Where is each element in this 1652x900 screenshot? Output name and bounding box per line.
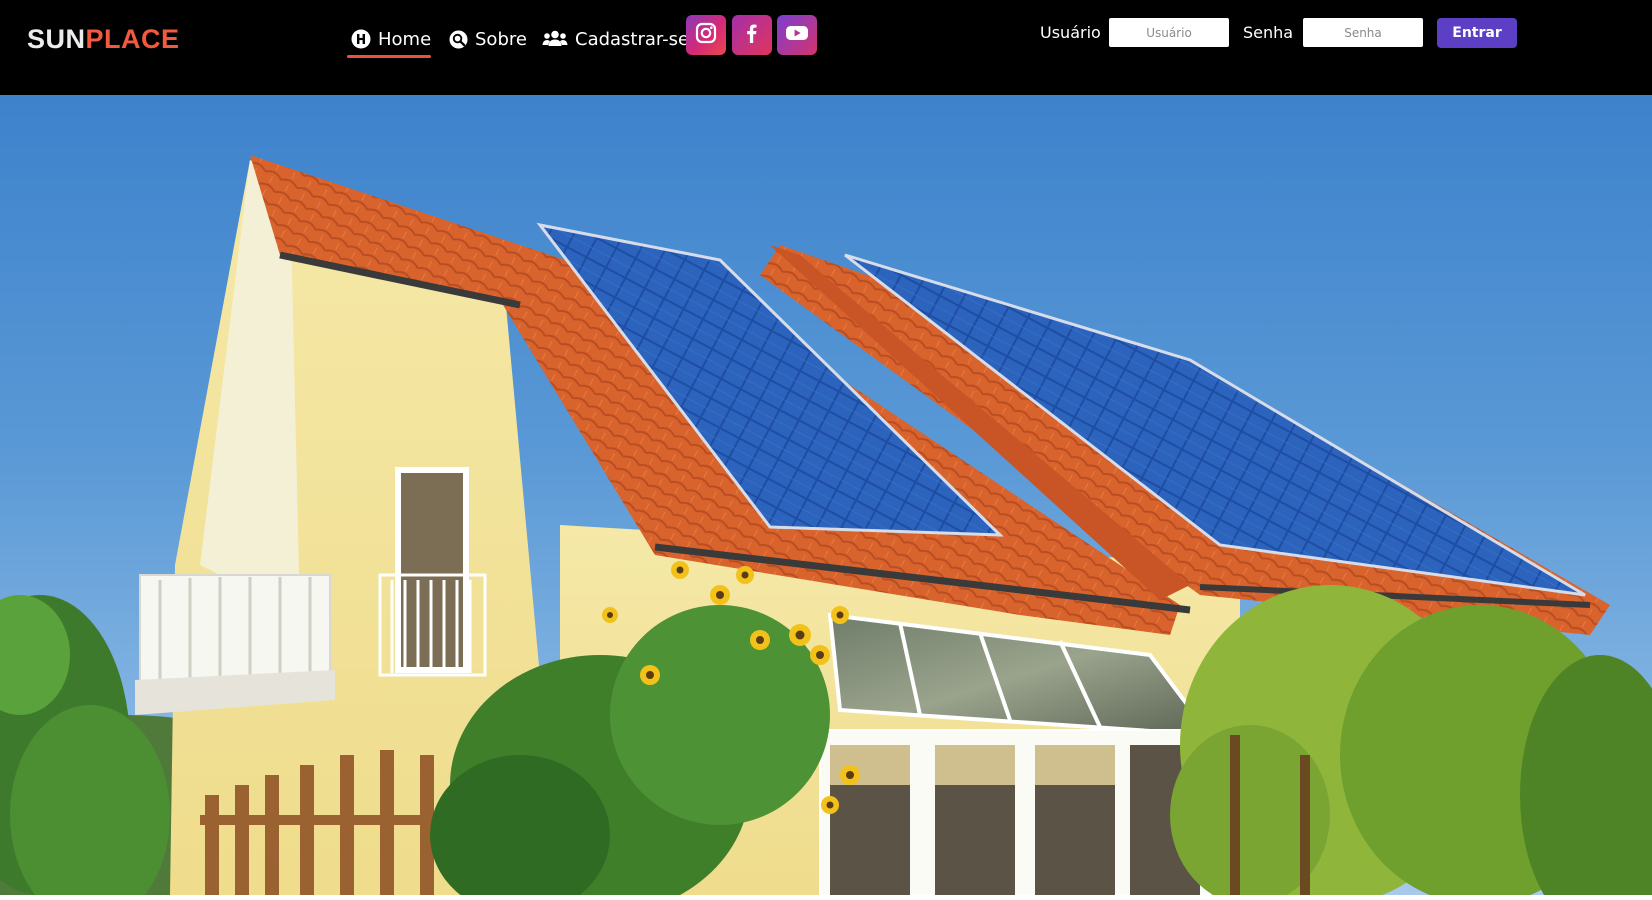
- active-nav-indicator: [347, 55, 431, 58]
- facebook-icon: [741, 22, 763, 48]
- instagram-icon: [695, 22, 717, 48]
- facebook-button[interactable]: [732, 15, 772, 55]
- youtube-button[interactable]: [777, 15, 817, 55]
- nav-item-label: Cadastrar-se: [575, 28, 690, 50]
- nav-item-home[interactable]: Home: [351, 22, 431, 56]
- hero-image: [0, 95, 1652, 895]
- password-input[interactable]: [1303, 18, 1423, 47]
- brand-logo-part2: PLACE: [85, 24, 180, 54]
- brand-logo[interactable]: SUNPLACE: [27, 22, 180, 56]
- users-icon: [542, 30, 568, 48]
- nav-item-label: Home: [378, 28, 432, 50]
- home-circle-icon: [351, 29, 371, 49]
- house-with-solar-panels-illustration: [0, 155, 1652, 895]
- nav-item-sobre[interactable]: Sobre: [449, 22, 527, 56]
- username-input[interactable]: [1109, 18, 1229, 47]
- nav-item-label: Sobre: [475, 28, 527, 50]
- instagram-button[interactable]: [686, 15, 726, 55]
- username-label: Usuário: [1040, 23, 1101, 42]
- login-button[interactable]: Entrar: [1437, 18, 1517, 48]
- password-label: Senha: [1243, 23, 1294, 42]
- youtube-icon: [785, 24, 809, 46]
- search-circle-icon: [449, 29, 468, 49]
- top-navbar: SUNPLACE Home Sobre Cadastrar-se Usuário…: [0, 0, 1652, 95]
- nav-item-cadastrar[interactable]: Cadastrar-se: [542, 22, 689, 56]
- brand-logo-part1: SUN: [27, 24, 86, 54]
